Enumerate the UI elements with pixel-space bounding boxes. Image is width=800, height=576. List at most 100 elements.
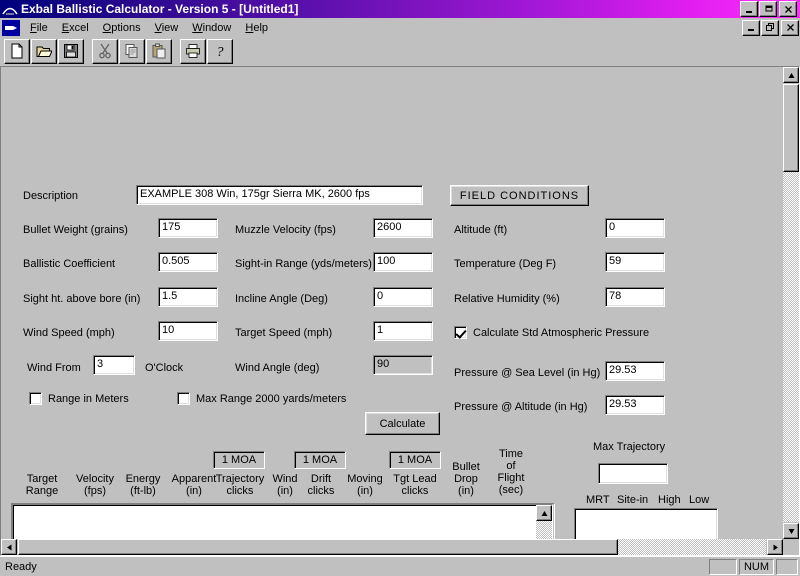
status-scrl-pane: [776, 558, 798, 575]
colhdr-line2: of: [506, 460, 516, 472]
document-form-area: Description EXAMPLE 308 Win, 175gr Sierr…: [1, 67, 783, 539]
trajectory-moa-box[interactable]: 1 MOA: [213, 451, 265, 469]
column-header-time-of-flight: Time of Flight (sec): [488, 448, 534, 496]
sight-height-input[interactable]: 1.5: [158, 287, 218, 307]
max-range-checkbox[interactable]: Max Range 2000 yards/meters: [177, 392, 346, 405]
muzzle-velocity-input[interactable]: 2600: [373, 218, 433, 238]
copy-icon[interactable]: [119, 38, 145, 64]
colhdr-line1: Bullet: [452, 461, 480, 473]
menu-help[interactable]: Help: [238, 20, 275, 36]
description-input[interactable]: EXAMPLE 308 Win, 175gr Sierra MK, 2600 f…: [136, 185, 423, 205]
results-scroll-up-button[interactable]: [536, 505, 552, 521]
mdi-client-area: Description EXAMPLE 308 Win, 175gr Sierr…: [0, 66, 800, 556]
altitude-input[interactable]: 0: [605, 218, 665, 238]
calculate-button[interactable]: Calculate: [365, 412, 440, 435]
menu-file[interactable]: File: [23, 20, 55, 36]
colhdr-line3: Flight: [497, 472, 525, 484]
altitude-label: Altitude (ft): [454, 224, 508, 236]
wind-speed-input[interactable]: 10: [158, 321, 218, 341]
range-in-meters-box[interactable]: [29, 392, 42, 405]
drift-moa-box[interactable]: 1 MOA: [294, 451, 346, 469]
colhdr-line1: Velocity: [76, 473, 114, 485]
humidity-label: Relative Humidity (%): [454, 293, 560, 305]
child-close-button[interactable]: [781, 19, 799, 36]
new-icon[interactable]: [4, 38, 30, 64]
application-window: Exbal Ballistic Calculator - Version 5 -…: [0, 0, 800, 576]
print-icon[interactable]: [180, 38, 206, 64]
document-scroll-right-button[interactable]: [767, 539, 783, 555]
site-in-label: Site-in: [617, 494, 649, 506]
wind-angle-input: 90: [373, 355, 433, 375]
muzzle-velocity-label: Muzzle Velocity (fps): [235, 224, 336, 236]
mdi-child-controls: [741, 19, 800, 36]
status-num-pane: NUM: [738, 558, 774, 575]
colhdr-line1: Moving: [347, 473, 383, 485]
range-in-meters-label: Range in Meters: [48, 392, 129, 405]
max-range-box[interactable]: [177, 392, 190, 405]
max-range-label: Max Range 2000 yards/meters: [196, 392, 347, 405]
menu-bar: File Excel Options View Window Help: [0, 18, 800, 37]
colhdr-line1: Apparent: [171, 473, 217, 485]
document-vscroll-thumb[interactable]: [783, 84, 799, 172]
max-trajectory-input[interactable]: [598, 463, 668, 484]
cartridge-icon[interactable]: [2, 19, 20, 36]
toolbar: ?: [0, 37, 800, 66]
close-button[interactable]: [779, 1, 797, 17]
calc-std-pressure-checkbox[interactable]: Calculate Std Atmospheric Pressure: [454, 326, 649, 339]
document-hscroll-thumb[interactable]: [18, 539, 618, 555]
calc-std-pressure-label: Calculate Std Atmospheric Pressure: [473, 326, 650, 339]
menu-excel[interactable]: Excel: [55, 20, 96, 36]
colhdr-line3: (in): [458, 485, 474, 497]
cut-icon[interactable]: [92, 38, 118, 64]
target-speed-label: Target Speed (mph): [235, 327, 333, 339]
pressure-altitude-label: Pressure @ Altitude (in Hg): [454, 401, 588, 413]
wind-from-input[interactable]: 3: [93, 355, 135, 375]
menu-window[interactable]: Window: [185, 20, 238, 36]
paste-icon[interactable]: [146, 38, 172, 64]
ballistic-coefficient-input[interactable]: 0.505: [158, 252, 218, 272]
document-scroll-down-button[interactable]: [783, 523, 799, 539]
results-vscrollbar[interactable]: [536, 505, 552, 539]
temperature-input[interactable]: 59: [605, 252, 665, 272]
child-minimize-button[interactable]: [742, 19, 760, 36]
pressure-sea-level-input[interactable]: 29.53: [605, 361, 665, 381]
document-scroll-up-button[interactable]: [783, 67, 799, 83]
range-in-meters-checkbox[interactable]: Range in Meters: [29, 392, 129, 405]
colhdr-line1: Trajectory: [215, 473, 265, 485]
help-icon[interactable]: ?: [207, 38, 233, 64]
open-icon[interactable]: [31, 38, 57, 64]
colhdr-line2: (ft-lb): [130, 485, 156, 497]
results-scroll-track[interactable]: [536, 521, 552, 539]
column-header-trajectory-clicks: Trajectory clicks: [213, 473, 267, 497]
minimize-button[interactable]: [740, 1, 758, 17]
max-trajectory-listbox[interactable]: [574, 508, 718, 539]
document-scroll-left-button[interactable]: [1, 539, 17, 555]
save-icon[interactable]: [58, 38, 84, 64]
document-hscrollbar[interactable]: [1, 539, 783, 555]
colhdr-line2: Range: [25, 485, 59, 497]
colhdr-line1: Target: [26, 473, 58, 485]
target-speed-input[interactable]: 1: [373, 321, 433, 341]
menu-view[interactable]: View: [148, 20, 186, 36]
status-message: Ready: [5, 560, 37, 573]
restore-button[interactable]: [759, 1, 777, 17]
menu-options[interactable]: Options: [96, 20, 148, 36]
child-restore-button[interactable]: [761, 19, 779, 36]
bullet-weight-input[interactable]: 175: [158, 218, 218, 238]
status-bar: Ready NUM: [0, 556, 800, 576]
status-caps-pane: [708, 558, 737, 575]
colhdr-line2: clicks: [307, 485, 335, 497]
window-controls: [739, 1, 798, 17]
results-listbox[interactable]: [12, 504, 553, 539]
pressure-altitude-input[interactable]: 29.53: [605, 395, 665, 415]
incline-angle-label: Incline Angle (Deg): [235, 293, 328, 305]
incline-angle-input[interactable]: 0: [373, 287, 433, 307]
document-vscrollbar[interactable]: [782, 67, 799, 539]
humidity-input[interactable]: 78: [605, 287, 665, 307]
colhdr-line1: Time: [498, 448, 524, 460]
colhdr-line1: Energy: [125, 473, 161, 485]
calc-std-pressure-box[interactable]: [454, 326, 467, 339]
temperature-label: Temperature (Deg F): [454, 258, 557, 270]
lead-moa-box[interactable]: 1 MOA: [389, 451, 441, 469]
sight-in-range-input[interactable]: 100: [373, 252, 433, 272]
